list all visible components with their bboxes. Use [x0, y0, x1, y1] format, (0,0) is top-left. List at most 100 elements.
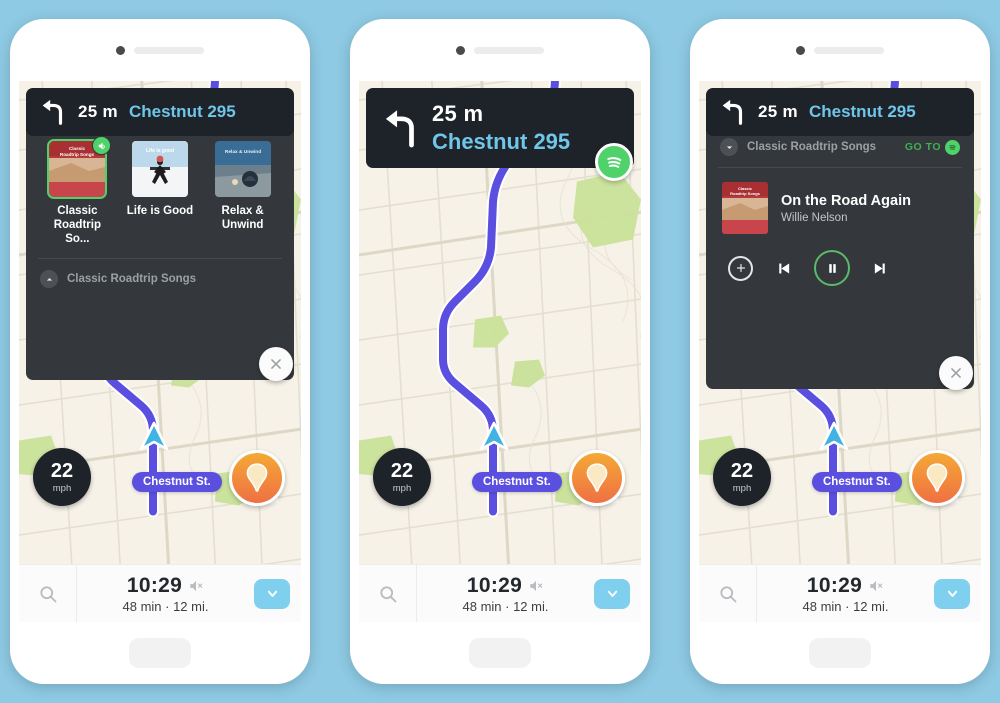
street-label-pill-3: Chestnut St. [812, 472, 902, 492]
add-to-playlist-icon[interactable] [728, 255, 753, 281]
spotify-icon [945, 139, 960, 155]
now-playing-panel: Classic Roadtrip Songs GO TO On the Road… [706, 127, 974, 389]
destination-pin-1[interactable] [229, 450, 285, 506]
phone-top-bezel [10, 19, 310, 81]
screen-1: Classic Roadtrip So... Life is Good Rela… [19, 81, 301, 622]
player-controls [706, 234, 974, 286]
speaker-playing-icon [92, 136, 112, 155]
goto-label: GO TO [904, 141, 941, 153]
eta-summary-3[interactable]: 10:29 48 min · 12 mi. [757, 574, 934, 614]
chevron-down-icon[interactable] [720, 138, 738, 156]
spotify-icon [601, 149, 627, 175]
phone-top-bezel-3 [690, 19, 990, 81]
search-button-3[interactable] [699, 565, 757, 622]
eta-summary-2[interactable]: 10:29 48 min · 12 mi. [417, 574, 594, 614]
screen-2: 25 m Chestnut 295 22 mph Chestnut St. 10… [359, 81, 641, 622]
search-button-1[interactable] [19, 565, 77, 622]
turn-left-arrow-icon [385, 110, 414, 148]
phone-player: Classic Roadtrip Songs GO TO On the Road… [690, 19, 990, 684]
player-playlist-title: Classic Roadtrip Songs [747, 141, 877, 153]
playlist-label-line2-2: Unwind [221, 219, 264, 232]
playlist-label-line1-2: Relax & [221, 205, 264, 217]
nav-street: Chestnut 295 [432, 129, 571, 154]
speed-badge-1: 22 mph [33, 448, 91, 506]
destination-pin-icon [246, 463, 268, 492]
street-label-pill-1: Chestnut St. [132, 472, 222, 492]
eta-time: 10:29 [126, 573, 183, 597]
speed-badge-3: 22 mph [713, 448, 771, 506]
earpiece-speaker [134, 46, 204, 54]
eta-duration-distance: 48 min · 12 mi. [462, 598, 549, 614]
navigation-arrow-icon-1 [139, 421, 169, 451]
search-button-2[interactable] [359, 565, 417, 622]
speed-unit: mph [52, 482, 72, 494]
eta-top-row: 10:29 [807, 574, 884, 598]
navigation-text-2: 25 m Chestnut 295 [432, 101, 570, 155]
street-label-pill-2: Chestnut St. [472, 472, 562, 492]
destination-pin-3[interactable] [909, 450, 965, 506]
home-button-2[interactable] [469, 638, 531, 668]
chevron-down-icon [947, 590, 957, 597]
speed-value: 22 [730, 459, 754, 482]
track-title: On the Road Again [781, 192, 911, 209]
track-meta: On the Road Again Willie Nelson [781, 193, 911, 224]
phone-bottom-bezel-1 [10, 622, 310, 684]
close-panel-button-3[interactable] [939, 356, 973, 390]
destination-pin-2[interactable] [569, 450, 625, 506]
now-playing-collapsed-bar[interactable]: Classic Roadtrip Songs [26, 259, 294, 289]
eta-summary-1[interactable]: 10:29 48 min · 12 mi. [77, 574, 254, 614]
track-row: On the Road Again Willie Nelson [706, 168, 974, 234]
eta-bar-1: 10:29 48 min · 12 mi. [19, 564, 301, 622]
eta-duration-distance: 48 min · 12 mi. [122, 598, 209, 614]
speed-unit: mph [392, 482, 412, 494]
chevron-down-icon [607, 590, 617, 597]
home-button-3[interactable] [809, 638, 871, 668]
volume-mute-icon[interactable] [868, 579, 884, 593]
home-button-1[interactable] [129, 638, 191, 668]
phone-navigation: 25 m Chestnut 295 22 mph Chestnut St. 10… [350, 19, 650, 684]
destination-pin-icon [586, 463, 608, 492]
speed-badge-2: 22 mph [373, 448, 431, 506]
nav-distance: 25 m [758, 102, 798, 121]
front-camera-icon [116, 45, 125, 55]
playlist-tile-label-1: Life is Good [127, 204, 193, 218]
expand-eta-button-2[interactable] [594, 578, 630, 609]
close-icon [951, 368, 961, 378]
skip-next-icon[interactable] [872, 260, 889, 277]
phone-bottom-bezel-3 [690, 622, 990, 684]
close-panel-button-1[interactable] [259, 347, 293, 381]
playlist-album-art-1 [131, 141, 188, 197]
navigation-header-2: 25 m Chestnut 295 [366, 88, 634, 168]
playlist-album-art-2 [214, 141, 271, 197]
volume-mute-icon[interactable] [528, 579, 544, 593]
playlist-picker-panel: Classic Roadtrip So... Life is Good Rela… [26, 127, 294, 380]
track-artist: Willie Nelson [781, 211, 848, 224]
playlist-label-line2-0: Roadtrip So... [53, 219, 101, 246]
navigation-arrow-icon-2 [479, 421, 509, 451]
front-camera-icon [456, 45, 465, 55]
close-icon [271, 359, 281, 369]
nav-distance: 25 m [432, 101, 484, 126]
chevron-up-icon[interactable] [40, 270, 58, 289]
search-icon [39, 585, 56, 602]
goto-spotify-button[interactable]: GO TO [904, 139, 960, 155]
pause-icon[interactable] [814, 250, 850, 286]
expand-eta-button-3[interactable] [934, 578, 970, 609]
track-album-art [722, 182, 768, 234]
playlist-tile-label-0: Classic Roadtrip So... [41, 204, 113, 246]
volume-mute-icon[interactable] [188, 579, 204, 593]
phones-row: Classic Roadtrip So... Life is Good Rela… [0, 0, 1000, 703]
skip-previous-icon[interactable] [775, 260, 792, 277]
playlist-label-line1-0: Classic [57, 205, 98, 217]
playlist-tile-2[interactable]: Relax & Unwind [207, 141, 279, 246]
phone-playlist-picker: Classic Roadtrip So... Life is Good Rela… [10, 19, 310, 684]
playlist-tile-0[interactable]: Classic Roadtrip So... [41, 136, 113, 246]
turn-left-arrow-icon [42, 99, 63, 125]
playlist-tile-1[interactable]: Life is Good [124, 141, 196, 246]
expand-eta-button-1[interactable] [254, 578, 290, 609]
navigation-arrow-icon-3 [819, 421, 849, 451]
spotify-button[interactable] [595, 143, 633, 181]
search-icon [719, 585, 736, 602]
speed-value: 22 [50, 459, 74, 482]
nav-street: Chestnut 295 [808, 102, 916, 121]
